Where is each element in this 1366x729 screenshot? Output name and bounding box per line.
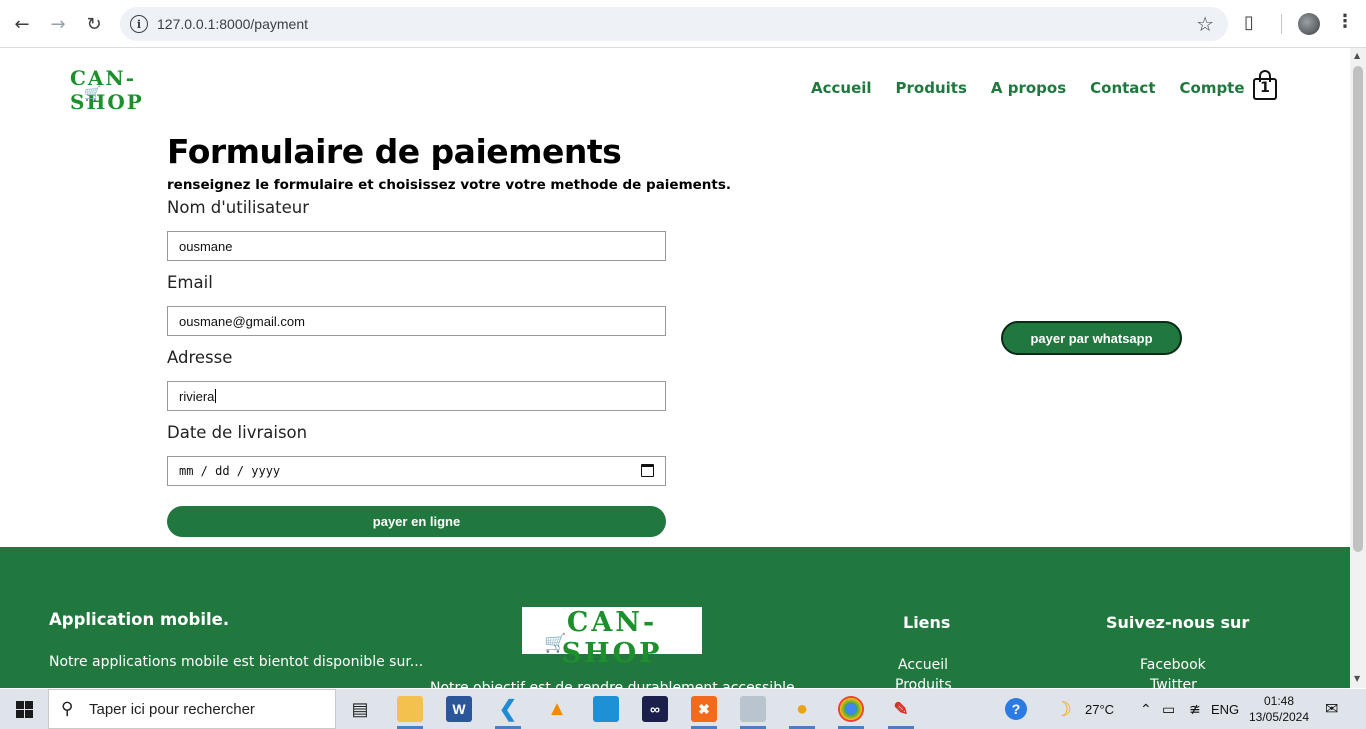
forward-icon[interactable]: →	[46, 12, 70, 36]
pay-whatsapp-button[interactable]: payer par whatsapp	[1001, 321, 1182, 355]
nav-contact[interactable]: Contact	[1090, 79, 1155, 97]
footer-logo: CAN-SHOP 🛒	[522, 607, 702, 669]
extensions-icon[interactable]: ▯	[1244, 12, 1254, 33]
site-info-icon[interactable]: i	[130, 15, 148, 33]
tortoise-icon[interactable]: ●	[789, 696, 815, 722]
pay-online-button[interactable]: payer en ligne	[167, 506, 666, 537]
virtualbox-icon[interactable]	[593, 696, 619, 722]
address-bar[interactable]: i 127.0.0.1:8000/payment ☆	[120, 7, 1228, 41]
scroll-down-icon[interactable]: ▼	[1354, 674, 1360, 683]
chrome-icon[interactable]	[838, 696, 864, 722]
page-scrollbar[interactable]: ▲ ▼	[1350, 48, 1366, 688]
windows-taskbar: ⚲ Taper ici pour rechercher ▤ W ❮ ▲ ∞ ✖ …	[0, 689, 1366, 729]
browser-toolbar: ← → ↻ i 127.0.0.1:8000/payment ☆ ▯ ⋮	[0, 0, 1366, 48]
battery-icon[interactable]: ▭	[1162, 689, 1175, 729]
windows-start-icon[interactable]	[16, 701, 33, 718]
delivery-date-label: Date de livraison	[167, 423, 308, 442]
visual-studio-icon[interactable]: ∞	[642, 696, 668, 722]
footer-objective-text: Notre objectif est de rendre durablement…	[430, 680, 795, 688]
language-indicator[interactable]: ENG	[1211, 689, 1239, 729]
xampp-icon[interactable]: ✖	[691, 696, 717, 722]
taskbar-clock[interactable]: 01:48 13/05/2024	[1248, 693, 1310, 725]
footer-link-produits[interactable]: Produits	[895, 677, 952, 688]
tray-expand-icon[interactable]: ⌃	[1140, 689, 1152, 729]
site-footer: Application mobile. Notre applications m…	[0, 547, 1350, 688]
calendar-icon[interactable]	[641, 464, 654, 477]
date-placeholder: mm / dd / yyyy	[179, 464, 281, 478]
clock-time: 01:48	[1263, 694, 1295, 708]
weather-moon-icon: ☽	[1054, 698, 1072, 721]
nav-accueil[interactable]: Accueil	[811, 79, 872, 97]
taskbar-search-box[interactable]: ⚲ Taper ici pour rechercher	[48, 689, 336, 729]
wifi-icon[interactable]: ≇	[1189, 689, 1201, 729]
help-icon[interactable]: ?	[1005, 698, 1027, 720]
footer-app-text: Notre applications mobile est bientot di…	[49, 654, 424, 670]
nav-a-propos[interactable]: A propos	[991, 79, 1066, 97]
reload-icon[interactable]: ↻	[82, 12, 106, 36]
nav-compte[interactable]: Compte	[1180, 79, 1245, 97]
main-nav: Accueil Produits A propos Contact Compte	[811, 79, 1245, 97]
browser-menu-icon[interactable]: ⋮	[1336, 11, 1354, 32]
username-input[interactable]: ousmane	[167, 231, 666, 261]
vlc-icon[interactable]: ▲	[544, 696, 570, 722]
clock-date: 13/05/2024	[1248, 710, 1310, 724]
page-viewport: CAN-SHOP 🛒 Accueil Produits A propos Con…	[0, 48, 1350, 688]
footer-social-title: Suivez-nous sur	[1106, 613, 1250, 632]
address-input[interactable]: riviera	[167, 381, 666, 411]
email-label: Email	[167, 273, 213, 292]
paint-tool-icon[interactable]: ✎	[888, 696, 914, 722]
footer-link-twitter[interactable]: Twitter	[1150, 677, 1197, 688]
footer-links-title: Liens	[903, 613, 951, 632]
temperature[interactable]: 27°C	[1085, 689, 1114, 729]
scroll-up-icon[interactable]: ▲	[1354, 51, 1360, 60]
footer-link-accueil[interactable]: Accueil	[898, 657, 948, 673]
vscode-icon[interactable]: ❮	[495, 696, 521, 722]
site-logo[interactable]: CAN-SHOP 🛒	[70, 66, 200, 114]
file-explorer-icon[interactable]	[397, 696, 423, 722]
back-icon[interactable]: ←	[10, 12, 34, 36]
username-label: Nom d'utilisateur	[167, 198, 310, 217]
delivery-date-input[interactable]: mm / dd / yyyy	[167, 456, 666, 486]
toolbar-divider	[1281, 14, 1282, 34]
word-icon[interactable]: W	[446, 696, 472, 722]
address-value: riviera	[179, 388, 215, 404]
email-input[interactable]: ousmane@gmail.com	[167, 306, 666, 336]
shopping-bag-icon[interactable]: 1	[1253, 70, 1277, 100]
footer-app-title: Application mobile.	[49, 610, 230, 629]
cart-logo-icon: 🛒	[84, 86, 102, 102]
footer-cart-icon: 🛒	[544, 633, 567, 654]
taskbar-search-placeholder: Taper ici pour rechercher	[89, 701, 255, 718]
cart-count: 1	[1260, 80, 1270, 96]
search-icon: ⚲	[61, 699, 74, 719]
notifications-icon[interactable]: ✉	[1325, 689, 1338, 729]
address-label: Adresse	[167, 348, 233, 367]
form-subtitle: renseignez le formulaire et choisissez v…	[167, 177, 732, 193]
url-text[interactable]: 127.0.0.1:8000/payment	[157, 16, 308, 32]
profile-avatar[interactable]	[1298, 13, 1320, 35]
nav-produits[interactable]: Produits	[896, 79, 967, 97]
task-view-icon[interactable]: ▤	[347, 696, 373, 722]
image-viewer-icon[interactable]	[740, 696, 766, 722]
scrollbar-thumb[interactable]	[1353, 66, 1363, 552]
bookmark-star-icon[interactable]: ☆	[1196, 12, 1214, 36]
form-title: Formulaire de paiements	[167, 132, 622, 171]
footer-link-facebook[interactable]: Facebook	[1140, 657, 1206, 673]
